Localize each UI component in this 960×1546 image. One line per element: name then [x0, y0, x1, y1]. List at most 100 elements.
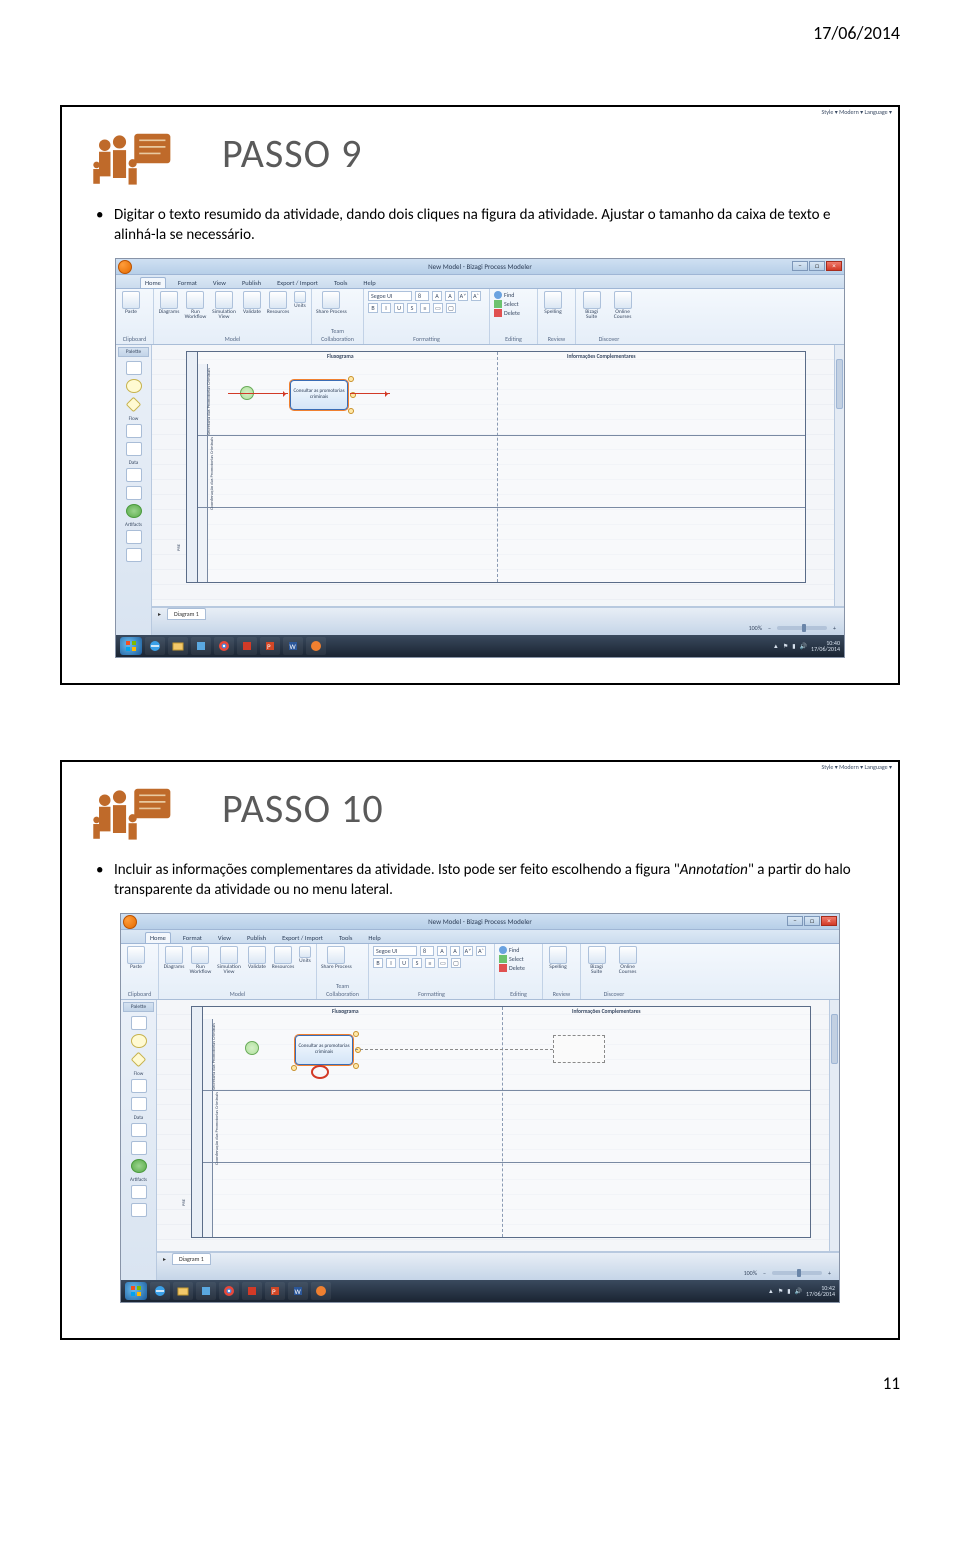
taskbar-clock[interactable]: 10:40 17/06/2014: [811, 640, 840, 652]
zoom-slider[interactable]: [772, 1271, 822, 1275]
zoom-plus[interactable]: +: [833, 624, 836, 632]
tab-format[interactable]: Format: [174, 278, 201, 288]
vertical-scrollbar[interactable]: [829, 1000, 839, 1251]
paste-button[interactable]: Paste: [125, 946, 147, 971]
palette-artifact-icon[interactable]: [126, 530, 142, 544]
find-button[interactable]: Find: [499, 946, 538, 954]
halo-dot[interactable]: [353, 1031, 359, 1037]
start-event[interactable]: [245, 1041, 259, 1055]
bizagi-suite-button[interactable]: Bizagi Suite: [580, 291, 603, 321]
taskbar-app-icon[interactable]: [196, 1282, 216, 1300]
palette-header[interactable]: Palette: [123, 1002, 154, 1012]
pool-title[interactable]: Pedido de Material de Expediente: [187, 352, 198, 582]
taskbar-chrome-icon[interactable]: [214, 637, 234, 655]
zoom-plus[interactable]: +: [828, 1269, 831, 1277]
taskbar-acrobat-icon[interactable]: [237, 637, 257, 655]
tab-view[interactable]: View: [214, 933, 235, 943]
online-courses-button[interactable]: Online Courses: [612, 946, 643, 976]
start-button[interactable]: [125, 1282, 147, 1300]
strike-button[interactable]: S: [412, 958, 422, 968]
delete-button[interactable]: Delete: [494, 309, 533, 317]
palette-flow-icon[interactable]: [131, 1079, 147, 1093]
bold-button[interactable]: B: [373, 958, 383, 968]
underline-button[interactable]: U: [399, 958, 409, 968]
palette-group-icon[interactable]: [126, 548, 142, 562]
font-shrink-button[interactable]: A˅: [463, 946, 473, 956]
validate-button[interactable]: Validate: [246, 946, 268, 971]
palette-data-icon[interactable]: [126, 468, 142, 482]
tab-home[interactable]: Home: [140, 277, 166, 288]
italic-button[interactable]: I: [386, 958, 396, 968]
palette-connector-icon[interactable]: [131, 1097, 147, 1111]
resources-button[interactable]: Resources: [267, 291, 289, 316]
tab-help[interactable]: Help: [359, 278, 379, 288]
simulation-button[interactable]: Simulation View: [211, 291, 237, 321]
lane-2[interactable]: Coordenação das Promotorias Criminais: [203, 1091, 810, 1163]
bpmn-pool[interactable]: Pedido de Material de Expediente Fluxogr…: [186, 351, 806, 583]
share-process-button[interactable]: Share Process: [321, 946, 352, 971]
units-button[interactable]: Units: [298, 946, 312, 965]
palette-data-icon[interactable]: [131, 1123, 147, 1137]
zoom-minus[interactable]: −: [763, 1269, 766, 1277]
tab-help[interactable]: Help: [364, 933, 384, 943]
taskbar-chrome-icon[interactable]: [219, 1282, 239, 1300]
tray-vol-icon[interactable]: 🔊: [800, 642, 807, 650]
lane-1[interactable]: Secretaria das Promotorias Criminais Con…: [203, 1019, 810, 1091]
diagram-tab-expand[interactable]: ▸: [163, 1255, 166, 1263]
pool-title[interactable]: Pedido de Material de Expediente: [192, 1007, 203, 1237]
tab-export-import[interactable]: Export / Import: [273, 278, 322, 288]
palette-gateway-icon[interactable]: [131, 1051, 147, 1067]
maximize-button[interactable]: □: [804, 916, 820, 926]
taskbar-acrobat-icon[interactable]: [242, 1282, 262, 1300]
units-button[interactable]: Units: [293, 291, 307, 310]
palette-gateway-icon[interactable]: [126, 396, 142, 412]
palette-task-icon[interactable]: [131, 1016, 147, 1030]
tray-up-icon[interactable]: ▲: [773, 642, 779, 650]
palette-task-icon[interactable]: [126, 361, 142, 375]
taskbar-explorer-icon[interactable]: [168, 637, 188, 655]
simulation-button[interactable]: Simulation View: [216, 946, 242, 976]
taskbar-app-icon[interactable]: [191, 637, 211, 655]
lane-3[interactable]: PRE: [198, 508, 805, 582]
taskbar-bizagi-icon[interactable]: [306, 637, 326, 655]
lane-3[interactable]: PRE: [203, 1163, 810, 1237]
vertical-scrollbar[interactable]: [834, 345, 844, 606]
bizagi-suite-button[interactable]: Bizagi Suite: [585, 946, 608, 976]
spelling-button[interactable]: Spelling: [547, 946, 569, 971]
tab-publish[interactable]: Publish: [238, 278, 265, 288]
minimize-button[interactable]: –: [792, 261, 808, 271]
underline-button[interactable]: U: [394, 303, 404, 313]
palette-event-icon[interactable]: [131, 1034, 147, 1048]
halo-dot[interactable]: [348, 408, 354, 414]
tray-net-icon[interactable]: ▮: [787, 1287, 790, 1295]
bold-button[interactable]: B: [368, 303, 378, 313]
diagrams-button[interactable]: Diagrams: [163, 946, 185, 971]
taskbar-word-icon[interactable]: W: [288, 1282, 308, 1300]
font-color-button[interactable]: A: [432, 291, 442, 301]
palette-flow-icon[interactable]: [126, 424, 142, 438]
palette-green-icon[interactable]: [126, 504, 142, 518]
online-courses-button[interactable]: Online Courses: [607, 291, 638, 321]
palette-artifact-icon[interactable]: [131, 1185, 147, 1199]
fill-button[interactable]: ▭: [433, 303, 443, 313]
palette-connector-icon[interactable]: [126, 442, 142, 456]
validate-button[interactable]: Validate: [241, 291, 263, 316]
diagram-canvas[interactable]: Pedido de Material de Expediente Fluxogr…: [157, 1000, 839, 1252]
diagrams-button[interactable]: Diagrams: [158, 291, 180, 316]
find-button[interactable]: Find: [494, 291, 533, 299]
taskbar-powerpoint-icon[interactable]: P: [265, 1282, 285, 1300]
font-grow-button[interactable]: Aˆ: [471, 291, 481, 301]
select-button[interactable]: Select: [494, 300, 533, 308]
paste-button[interactable]: Paste: [120, 291, 142, 316]
annotation-association[interactable]: [355, 1049, 553, 1050]
halo-dot[interactable]: [353, 1063, 359, 1069]
task-box[interactable]: Consultar as promotorias criminais: [290, 380, 348, 410]
taskbar-ie-icon[interactable]: [150, 1282, 170, 1300]
palette-data2-icon[interactable]: [131, 1141, 147, 1155]
select-button[interactable]: Select: [499, 955, 538, 963]
taskbar-ie-icon[interactable]: [145, 637, 165, 655]
diagram-tab[interactable]: Diagram 1: [167, 608, 206, 620]
font-grow-button[interactable]: Aˆ: [476, 946, 486, 956]
share-process-button[interactable]: Share Process: [316, 291, 347, 316]
annotation-box[interactable]: [553, 1035, 605, 1063]
